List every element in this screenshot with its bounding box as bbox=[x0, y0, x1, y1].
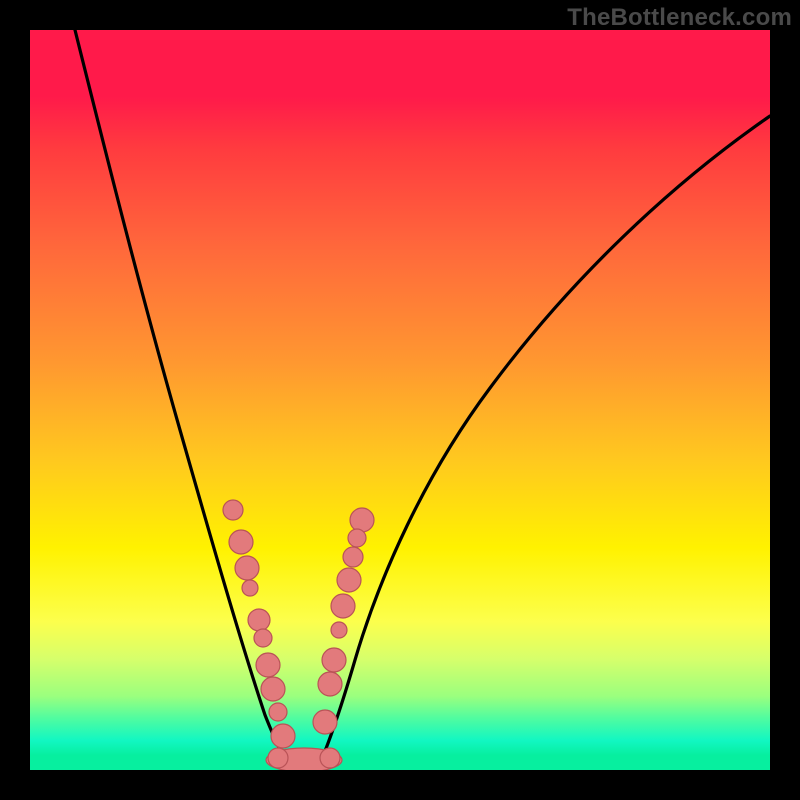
marker-dot bbox=[331, 594, 355, 618]
chart-frame: TheBottleneck.com bbox=[0, 0, 800, 800]
marker-dot bbox=[322, 648, 346, 672]
marker-dot bbox=[223, 500, 243, 520]
marker-dot bbox=[320, 748, 340, 768]
marker-dot bbox=[348, 529, 366, 547]
marker-dot bbox=[337, 568, 361, 592]
curves-layer bbox=[30, 30, 770, 770]
marker-dot bbox=[331, 622, 347, 638]
marker-dot bbox=[256, 653, 280, 677]
marker-dot bbox=[242, 580, 258, 596]
watermark-text: TheBottleneck.com bbox=[567, 4, 792, 32]
marker-dot bbox=[269, 703, 287, 721]
marker-dot bbox=[235, 556, 259, 580]
marker-dot bbox=[271, 724, 295, 748]
marker-dot bbox=[318, 672, 342, 696]
marker-dot bbox=[229, 530, 253, 554]
plot-area bbox=[30, 30, 770, 770]
marker-dot bbox=[254, 629, 272, 647]
marker-dot bbox=[350, 508, 374, 532]
right-curve bbox=[318, 116, 770, 768]
data-markers bbox=[223, 500, 374, 770]
marker-dot bbox=[261, 677, 285, 701]
marker-dot bbox=[343, 547, 363, 567]
marker-dot bbox=[268, 748, 288, 768]
marker-dot bbox=[313, 710, 337, 734]
marker-dot bbox=[248, 609, 270, 631]
